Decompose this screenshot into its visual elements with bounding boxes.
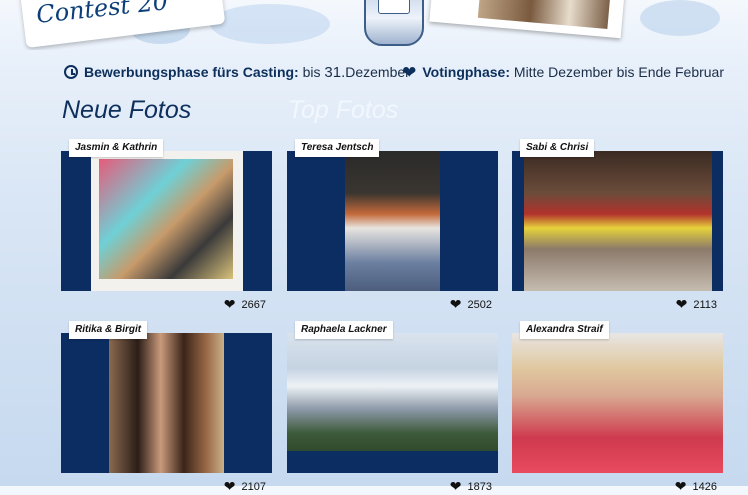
header-banner: Contest 20 [0,0,748,50]
photo-frame[interactable] [287,151,498,291]
bottle-image [364,0,424,46]
vote-count: ❤ 1873 [450,478,492,495]
photo-name-label: Raphaela Lackner [295,321,393,339]
vote-count-value: 2107 [241,480,266,493]
tab-neue-fotos[interactable]: Neue Fotos [62,96,191,125]
vote-count-value: 2502 [467,298,492,311]
photo-frame[interactable] [61,333,272,473]
vote-count: ❤ 1426 [675,478,717,495]
voting-phase-value: Mitte Dezember bis Ende Februar [513,64,724,80]
photo-image [524,151,712,291]
heart-icon[interactable]: ❤ [676,296,688,313]
vote-count-value: 1426 [692,480,717,493]
heart-icon[interactable]: ❤ [224,478,236,495]
vote-count: ❤ 2667 [224,296,266,313]
photo-frame[interactable] [512,151,723,291]
photo-name-label: Sabi & Chrisi [520,139,595,157]
photo-image [91,151,243,291]
casting-phase-info: Bewerbungsphase fürs Casting: bis 31. Dez… [64,62,410,82]
tab-top-fotos[interactable]: Top Fotos [288,96,398,125]
clock-icon [64,65,78,79]
photo-image [109,333,224,473]
photo-frame[interactable] [61,151,272,291]
vote-count: ❤ 2113 [676,296,717,313]
vote-count-value: 2113 [693,298,717,311]
photo-image [512,333,723,473]
vote-count-value: 1873 [467,480,492,493]
photo-name-label: Ritika & Birgit [69,321,148,339]
vote-count-value: 2667 [241,298,266,311]
photo-frame[interactable] [287,333,498,473]
heart-icon[interactable]: ❤ [450,478,462,495]
vote-count: ❤ 2107 [224,478,266,495]
photo-image [287,333,498,451]
vote-count: ❤ 2502 [450,296,492,313]
heart-icon[interactable]: ❤ [450,296,462,313]
photo-name-label: Alexandra Straif [520,321,609,339]
water-splash [640,0,720,36]
photo-image [345,151,440,291]
casting-phase-month: Dezember [345,64,410,80]
casting-phase-label: Bewerbungsphase fürs Casting: [84,64,299,80]
photo-frame[interactable] [512,333,723,473]
heart-icon[interactable]: ❤ [675,478,687,495]
banner-photo [429,0,627,39]
casting-phase-date: 31. [324,63,346,81]
heart-icon: ❤ [402,62,417,82]
water-splash [210,4,330,44]
casting-phase-prefix: bis [302,64,321,80]
photo-name-label: Teresa Jentsch [295,139,380,157]
voting-phase-info: ❤ Votingphase: Mitte Dezember bis Ende F… [402,62,724,82]
photo-name-label: Jasmin & Kathrin [69,139,164,157]
voting-phase-label: Votingphase: [422,64,511,80]
heart-icon[interactable]: ❤ [224,296,236,313]
